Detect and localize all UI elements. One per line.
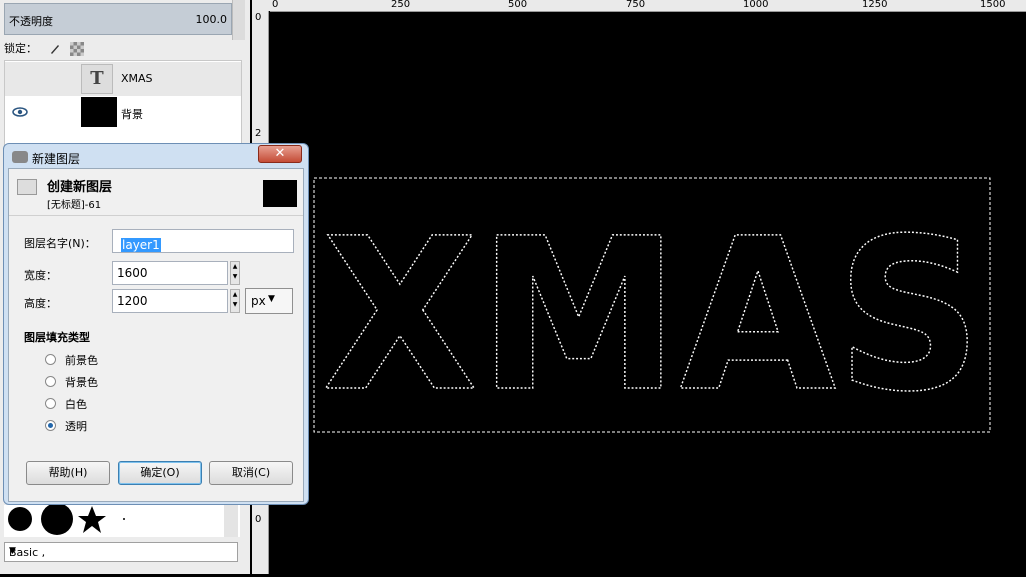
selection-text: XMAS bbox=[322, 193, 982, 438]
dialog-header: 创建新图层 [无标题]-61 bbox=[9, 169, 303, 216]
width-spinner[interactable]: ▲ ▼ bbox=[230, 261, 240, 285]
image-canvas[interactable]: XMAS bbox=[270, 12, 1026, 574]
dialog-title: 新建图层 bbox=[32, 152, 81, 166]
dock-scrollbar[interactable] bbox=[232, 0, 245, 40]
image-preview bbox=[263, 180, 297, 207]
eye-icon[interactable] bbox=[11, 105, 29, 119]
canvas-drawing: XMAS bbox=[313, 177, 991, 439]
height-input[interactable]: 1200 bbox=[112, 289, 228, 313]
ruler-label: 0 bbox=[255, 12, 262, 23]
fill-type-label: 图层填充类型 bbox=[24, 331, 90, 344]
height-spinner[interactable]: ▲ ▼ bbox=[230, 289, 240, 313]
text-layer-thumbnail: T bbox=[81, 64, 113, 94]
layer-name-value: layer1 bbox=[121, 238, 161, 252]
header-title: 创建新图层 bbox=[47, 180, 113, 195]
opacity-label: 不透明度 bbox=[9, 15, 53, 28]
fill-white-radio[interactable] bbox=[45, 398, 56, 409]
help-button[interactable]: 帮助(H) bbox=[26, 461, 110, 485]
alpha-lock-icon[interactable] bbox=[70, 42, 84, 56]
fill-transparent-radio[interactable] bbox=[45, 420, 56, 431]
layer-name: 背景 bbox=[121, 108, 143, 121]
layer-row[interactable]: 背景 bbox=[5, 96, 241, 130]
brush-grid[interactable] bbox=[4, 505, 240, 537]
brush-scrollbar[interactable] bbox=[224, 505, 238, 537]
chevron-down-icon: ▼ bbox=[9, 546, 16, 556]
fill-foreground-radio[interactable] bbox=[45, 354, 56, 365]
horizontal-ruler[interactable]: 0 250 500 750 1000 1250 1500 bbox=[270, 0, 1026, 12]
height-value: 1200 bbox=[117, 294, 148, 308]
ruler-label: 1000 bbox=[743, 0, 769, 10]
opacity-slider[interactable]: 不透明度 100.0 bbox=[4, 3, 232, 35]
layer-thumbnail bbox=[81, 97, 117, 127]
cancel-button[interactable]: 取消(C) bbox=[209, 461, 293, 485]
ruler-label: 2 bbox=[255, 128, 262, 139]
ruler-label: 0 bbox=[255, 514, 262, 525]
fill-option-label: 透明 bbox=[65, 420, 87, 433]
width-label: 宽度： bbox=[24, 269, 57, 282]
fill-background-radio[interactable] bbox=[45, 376, 56, 387]
layer-icon bbox=[17, 179, 37, 195]
ruler-label: 1500 bbox=[980, 0, 1006, 10]
chevron-down-icon: ▼ bbox=[268, 294, 275, 304]
lock-row: 锁定： bbox=[4, 40, 84, 58]
fill-option-label: 背景色 bbox=[65, 376, 98, 389]
fill-option-label: 前景色 bbox=[65, 354, 98, 367]
header-subtitle: [无标题]-61 bbox=[47, 200, 102, 211]
layer-name-input[interactable]: layer1 bbox=[112, 229, 294, 253]
ok-button[interactable]: 确定(O) bbox=[118, 461, 202, 485]
unit-select[interactable]: px ▼ bbox=[245, 288, 293, 314]
ruler-corner bbox=[252, 0, 270, 11]
ruler-label: 750 bbox=[626, 0, 646, 10]
close-button[interactable]: ✕ bbox=[258, 145, 302, 163]
width-input[interactable]: 1600 bbox=[112, 261, 228, 285]
ruler-label: 500 bbox=[508, 0, 528, 10]
fill-option-label: 白色 bbox=[65, 398, 87, 411]
layer-list: T XMAS 背景 bbox=[4, 60, 242, 147]
layer-row[interactable]: T XMAS bbox=[5, 62, 241, 96]
lock-label: 锁定： bbox=[4, 42, 37, 55]
ruler-label: 1250 bbox=[862, 0, 888, 10]
brush-lock-icon[interactable] bbox=[49, 43, 61, 55]
brush-preset-select[interactable]: Basic , ▼ bbox=[4, 542, 238, 562]
layer-name: XMAS bbox=[121, 72, 153, 85]
width-value: 1600 bbox=[117, 266, 148, 280]
height-label: 高度： bbox=[24, 297, 57, 310]
unit-value: px bbox=[251, 294, 266, 308]
gimp-icon bbox=[12, 151, 28, 163]
dialog-body: 创建新图层 [无标题]-61 图层名字(N)： layer1 宽度： 1600 … bbox=[8, 168, 304, 502]
new-layer-dialog: 新建图层 ✕ 创建新图层 [无标题]-61 图层名字(N)： layer1 宽度… bbox=[3, 143, 309, 505]
layer-name-label: 图层名字(N)： bbox=[24, 237, 96, 250]
ruler-label: 0 bbox=[272, 0, 279, 10]
opacity-value: 100.0 bbox=[195, 13, 228, 26]
ruler-label: 250 bbox=[391, 0, 411, 10]
